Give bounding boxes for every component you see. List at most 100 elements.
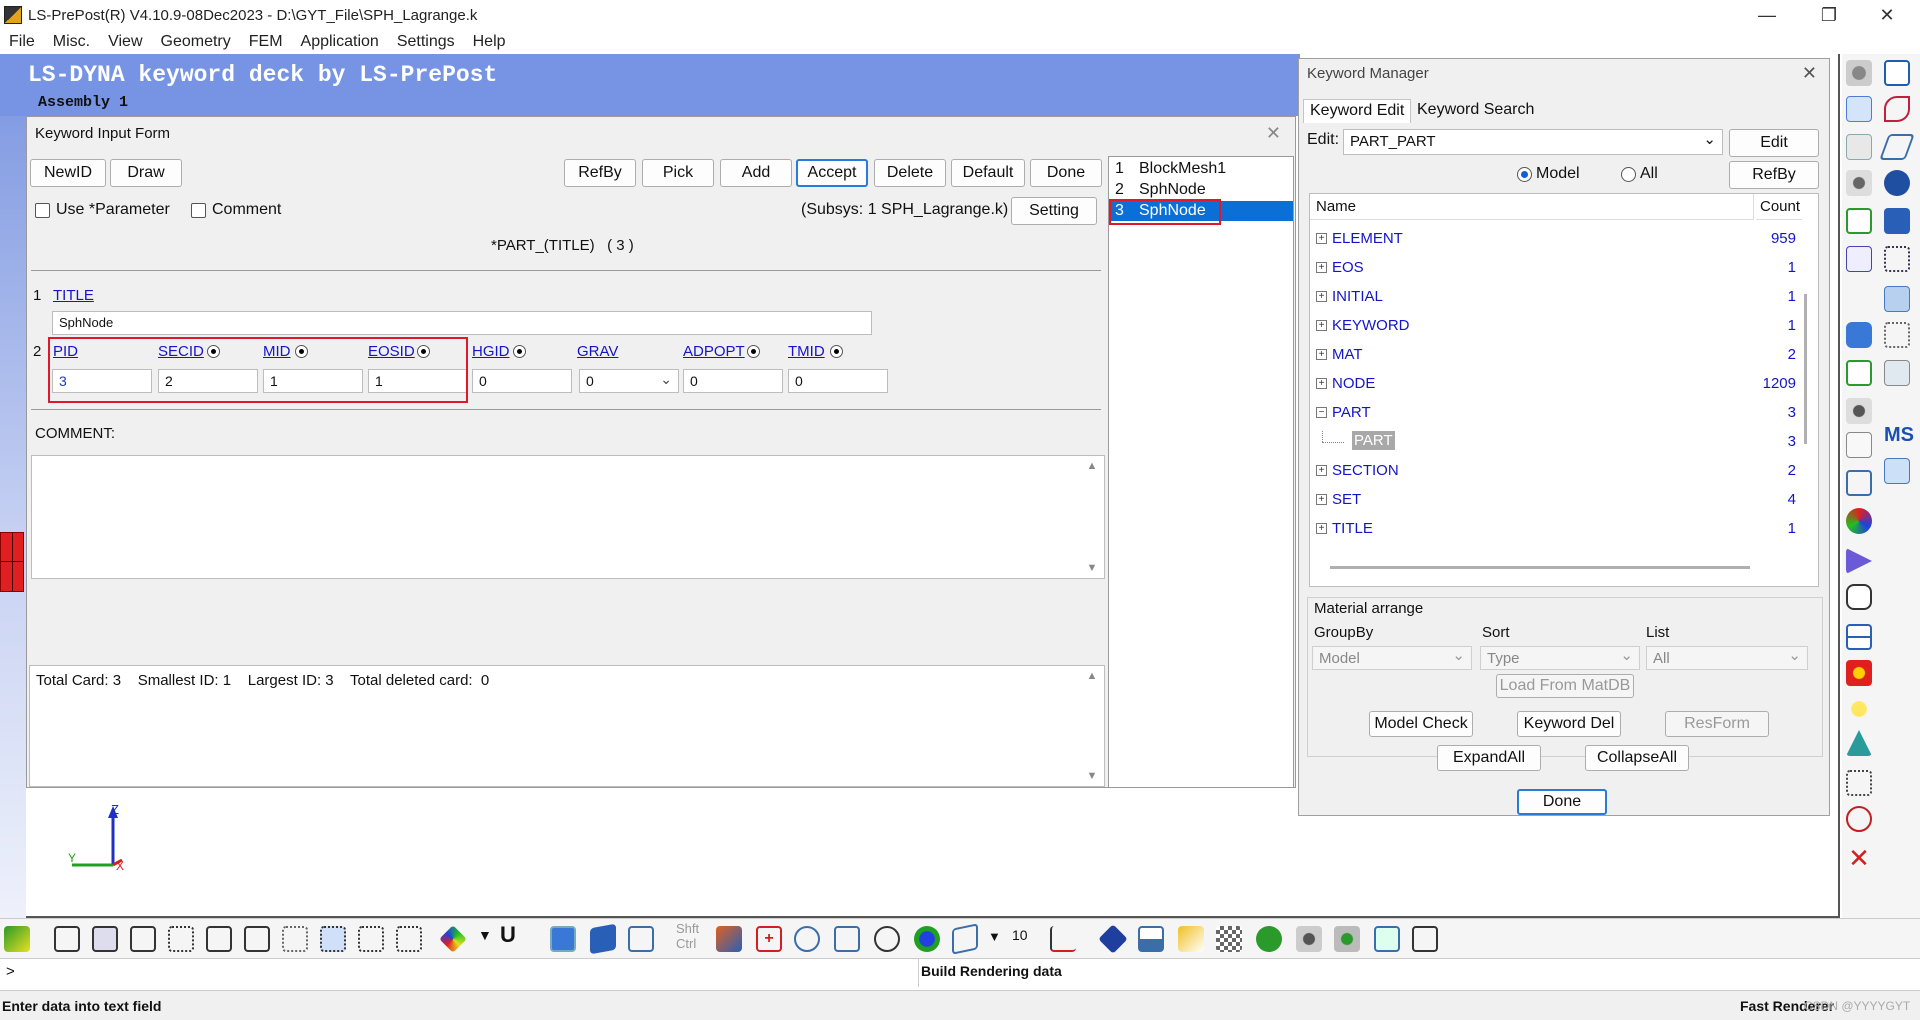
maximize-button[interactable]: ❐ [1806, 0, 1852, 30]
feature-cube-icon[interactable] [206, 926, 232, 952]
hgid-pick-icon[interactable] [513, 345, 526, 358]
keyword-manager-icon[interactable] [1846, 96, 1872, 122]
axis-icon[interactable] [1050, 926, 1076, 952]
col-count-header[interactable]: Count [1756, 194, 1802, 220]
draw-button[interactable]: Draw [110, 159, 182, 187]
tmid-label[interactable]: TMID [788, 343, 825, 360]
km-close-button[interactable]: ✕ [1802, 63, 1817, 84]
done-button[interactable]: Done [1030, 159, 1102, 187]
menu-view[interactable]: View [99, 33, 151, 51]
edge-cube-icon[interactable] [244, 926, 270, 952]
grid-cube-icon[interactable] [320, 926, 346, 952]
lightning-icon[interactable] [1178, 926, 1204, 952]
expand-icon[interactable]: + [1316, 378, 1327, 389]
checker-icon[interactable] [1216, 926, 1242, 952]
grid-icon[interactable] [1884, 322, 1910, 348]
iso-view-icon[interactable] [1098, 924, 1128, 954]
edit-button[interactable]: Edit [1729, 129, 1819, 157]
hgid-label[interactable]: HGID [472, 343, 510, 360]
hidden-cube-icon[interactable] [130, 926, 156, 952]
tmid-pick-icon[interactable] [830, 345, 843, 358]
fringe-icon[interactable] [439, 925, 467, 953]
tree-row[interactable]: + ELEMENT 959 [1310, 228, 1800, 250]
play-icon[interactable] [1256, 926, 1282, 952]
comment-icon[interactable] [1846, 584, 1872, 610]
vertical-scrollbar[interactable] [1804, 294, 1807, 444]
col-name-header[interactable]: Name [1310, 194, 1754, 220]
tree-row[interactable]: + SET 4 [1310, 489, 1800, 511]
expand-icon[interactable]: + [1316, 465, 1327, 476]
create-entity-icon[interactable] [1884, 60, 1910, 86]
expand-icon[interactable]: + [1316, 291, 1327, 302]
menu-geometry[interactable]: Geometry [152, 33, 240, 51]
frame-icon[interactable] [1846, 470, 1872, 496]
solid-icon[interactable] [1884, 170, 1910, 196]
solid-view-icon[interactable] [550, 926, 576, 952]
edit-select[interactable]: PART_PART ⌄ [1343, 129, 1723, 155]
km-done-button[interactable]: Done [1517, 789, 1607, 815]
sort-select[interactable]: Type [1480, 646, 1640, 670]
km-refby-button[interactable]: RefBy [1729, 161, 1819, 189]
mesh-cube-icon[interactable] [168, 926, 194, 952]
horizontal-scrollbar[interactable] [1330, 566, 1750, 569]
accept-button[interactable]: Accept [796, 159, 868, 187]
tree-row[interactable]: + SECTION 2 [1310, 460, 1800, 482]
bulb-icon[interactable] [1846, 696, 1872, 722]
tree-row-child[interactable]: PART 3 [1310, 431, 1800, 453]
refby-button[interactable]: RefBy [564, 159, 636, 187]
grav-label[interactable]: GRAV [577, 343, 618, 360]
gear-icon[interactable] [1846, 60, 1872, 86]
adpopt-pick-icon[interactable] [747, 345, 760, 358]
split-view-icon[interactable] [1846, 624, 1872, 650]
radio-dot[interactable] [1517, 166, 1532, 182]
expand-icon[interactable]: + [1316, 233, 1327, 244]
globe-icon[interactable] [914, 926, 940, 952]
menu-fem[interactable]: FEM [240, 33, 292, 51]
layers-icon[interactable] [1884, 360, 1910, 386]
expand-icon[interactable]: + [1316, 320, 1327, 331]
radio-dot[interactable] [1621, 166, 1636, 182]
comment-textarea[interactable]: ▲ ▼ [31, 455, 1105, 579]
menu-help[interactable]: Help [464, 33, 515, 51]
tab-keyword-search[interactable]: Keyword Search [1411, 99, 1540, 123]
groupby-select[interactable]: Model [1312, 646, 1472, 670]
part-icon[interactable] [1846, 322, 1872, 348]
grid-cube3-icon[interactable] [396, 926, 422, 952]
checkbox-box[interactable] [35, 202, 50, 218]
grav-select[interactable]: 0 ⌄ [579, 369, 679, 393]
dropdown-arrow-icon[interactable]: ▼ [988, 929, 1001, 944]
color-wheel-icon[interactable] [1846, 508, 1872, 534]
tree-row[interactable]: − PART 3 [1310, 402, 1800, 424]
mesh-icon[interactable] [1884, 246, 1910, 272]
model-check-button[interactable]: Model Check [1369, 711, 1473, 737]
collapse-all-button[interactable]: CollapseAll [1585, 745, 1689, 771]
plane-icon[interactable] [1879, 134, 1915, 160]
tab-keyword-edit[interactable]: Keyword Edit [1303, 99, 1412, 123]
menu-application[interactable]: Application [292, 33, 388, 51]
point-cube-icon[interactable] [282, 926, 308, 952]
brush-icon[interactable] [716, 926, 742, 952]
close-window-button[interactable]: ✕ [1864, 0, 1910, 30]
list-select[interactable]: All [1646, 646, 1808, 670]
device-icon[interactable] [1846, 432, 1872, 458]
list-icon[interactable] [1846, 134, 1872, 160]
minimize-button[interactable]: — [1744, 0, 1790, 30]
title-field-label[interactable]: TITLE [53, 287, 94, 304]
adpopt-label[interactable]: ADPOPT [683, 343, 745, 360]
renumber-icon[interactable] [1846, 246, 1872, 272]
transparent-view-icon[interactable] [628, 926, 654, 952]
pointer-icon[interactable] [1846, 548, 1872, 574]
gears-icon[interactable] [1846, 398, 1872, 424]
expand-icon[interactable]: + [1316, 349, 1327, 360]
tmid-input[interactable]: 0 [788, 369, 888, 393]
expand-icon[interactable]: + [1316, 494, 1327, 505]
checkbox-box[interactable] [191, 202, 206, 218]
dropdown-arrow-icon[interactable]: ▼ [478, 927, 492, 943]
shaded-cube-icon[interactable] [92, 926, 118, 952]
fan-icon[interactable] [1846, 730, 1872, 756]
title-input[interactable]: SphNode [52, 311, 872, 335]
window-icon[interactable] [1884, 458, 1910, 484]
tree-row[interactable]: + NODE 1209 [1310, 373, 1800, 395]
cross-icon[interactable]: ✕ [1846, 845, 1872, 872]
list-item[interactable]: 2 SphNode [1111, 180, 1293, 200]
